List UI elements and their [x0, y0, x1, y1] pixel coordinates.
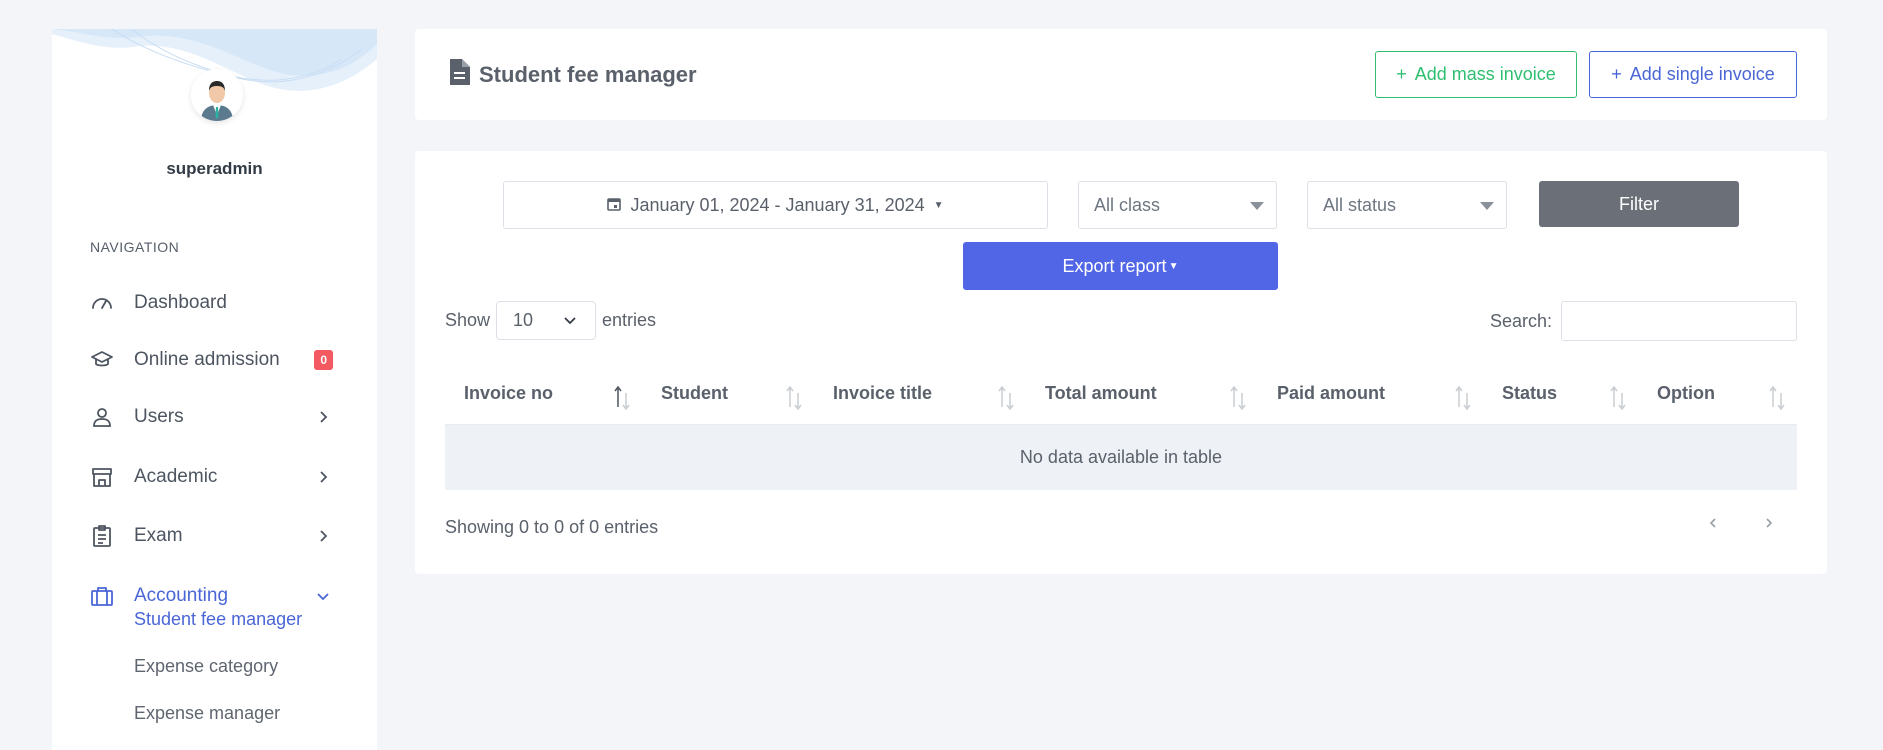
dropdown-arrow-icon — [1480, 202, 1494, 210]
column-header-status[interactable]: Status — [1483, 364, 1638, 425]
column-header-invoice-title[interactable]: Invoice title — [814, 364, 1026, 425]
sort-icon — [786, 385, 802, 411]
add-single-invoice-label: Add single invoice — [1629, 64, 1775, 84]
chevron-down-icon — [564, 317, 576, 325]
column-header-option[interactable]: Option — [1638, 364, 1797, 425]
page-header-card: Student fee manager + Add mass invoice +… — [415, 29, 1827, 120]
speedometer-icon — [90, 291, 114, 315]
invoice-table: Invoice no Student Invoice title Total a… — [445, 364, 1797, 490]
dropdown-arrow-icon — [1250, 202, 1264, 210]
sidebar-item-users[interactable]: Users — [90, 399, 340, 435]
sidebar-item-label: Exam — [134, 525, 183, 546]
column-header-total-amount[interactable]: Total amount — [1026, 364, 1258, 425]
add-mass-invoice-button[interactable]: + Add mass invoice — [1375, 51, 1577, 98]
sort-icon — [998, 385, 1014, 411]
clipboard-icon — [90, 524, 114, 548]
sidebar-item-label: Dashboard — [134, 292, 227, 313]
show-label: Show — [445, 310, 491, 330]
avatar[interactable] — [191, 69, 243, 121]
username: superadmin — [166, 159, 263, 178]
sidebar-subitem-expense-category[interactable]: Expense category — [134, 656, 278, 677]
chevron-right-icon — [320, 471, 328, 483]
empty-table-message: No data available in table — [445, 424, 1797, 490]
caret-down-icon: ▼ — [933, 199, 944, 211]
add-mass-invoice-label: Add mass invoice — [1414, 64, 1556, 84]
plus-icon: + — [1396, 64, 1407, 84]
sidebar-subitem-expense-manager[interactable]: Expense manager — [134, 703, 280, 724]
chevron-right-icon — [1766, 518, 1773, 528]
sidebar-item-academic[interactable]: Academic — [90, 459, 340, 495]
chevron-down-icon — [317, 593, 329, 601]
export-report-label: Export report — [1062, 255, 1167, 276]
entries-label: entries — [602, 310, 657, 330]
filter-button[interactable]: Filter — [1539, 181, 1739, 227]
class-select[interactable]: All class — [1078, 181, 1277, 229]
chevron-right-icon — [320, 411, 328, 423]
sidebar-item-label: Users — [134, 406, 184, 427]
page-title: Student fee manager — [479, 61, 697, 87]
chevron-left-icon — [1709, 518, 1716, 528]
sort-icon — [1769, 385, 1785, 411]
table-search: Search: — [1490, 301, 1797, 341]
sidebar: superadmin NAVIGATION Dashboard Online a… — [52, 29, 377, 750]
user-avatar-icon — [191, 69, 243, 121]
add-single-invoice-button[interactable]: + Add single invoice — [1589, 51, 1797, 98]
page-title-wrap: Student fee manager — [448, 59, 697, 90]
user-icon — [90, 405, 114, 429]
briefcase-icon — [90, 584, 114, 608]
table-row: No data available in table — [445, 424, 1797, 490]
show-entries-control: Show 10 entries — [445, 301, 656, 340]
chevron-right-icon — [320, 530, 328, 542]
graduation-cap-icon — [90, 348, 114, 372]
sidebar-item-online-admission[interactable]: Online admission 0 — [90, 342, 340, 378]
date-range-picker[interactable]: January 01, 2024 - January 31, 2024 ▼ — [503, 181, 1048, 229]
column-header-student[interactable]: Student — [642, 364, 814, 425]
sort-icon — [1610, 385, 1626, 411]
table-header-row: Invoice no Student Invoice title Total a… — [445, 364, 1797, 425]
class-select-value: All class — [1094, 194, 1161, 215]
plus-icon: + — [1611, 64, 1622, 84]
document-icon — [448, 59, 470, 90]
column-header-paid-amount[interactable]: Paid amount — [1258, 364, 1483, 425]
calendar-icon — [607, 195, 622, 216]
sidebar-item-label: Accounting — [134, 585, 229, 606]
table-info: Showing 0 to 0 of 0 entries — [445, 517, 659, 537]
search-label: Search: — [1489, 310, 1552, 331]
export-report-button[interactable]: Export report ▼ — [963, 242, 1278, 290]
school-building-icon — [90, 465, 114, 489]
sort-icon — [1230, 385, 1246, 411]
nav-heading: NAVIGATION — [90, 239, 180, 255]
status-select-value: All status — [1323, 194, 1397, 215]
sidebar-item-label: Online admission — [134, 349, 280, 370]
caret-down-icon: ▼ — [1168, 260, 1179, 272]
sidebar-item-dashboard[interactable]: Dashboard — [90, 285, 340, 321]
admission-count-badge: 0 — [314, 350, 333, 370]
invoice-table-card: January 01, 2024 - January 31, 2024 ▼ Al… — [415, 151, 1827, 574]
column-header-invoice-no[interactable]: Invoice no — [445, 364, 642, 425]
sidebar-item-label: Academic — [134, 466, 218, 487]
entries-length-select[interactable]: 10 — [496, 301, 597, 340]
sort-icon — [1455, 385, 1471, 411]
entries-length-value: 10 — [513, 310, 534, 330]
search-input[interactable] — [1561, 301, 1797, 341]
sidebar-subitem-student-fee-manager[interactable]: Student fee manager — [134, 609, 302, 630]
sidebar-item-exam[interactable]: Exam — [90, 518, 340, 554]
pagination-previous[interactable] — [1698, 508, 1728, 538]
status-select[interactable]: All status — [1307, 181, 1507, 229]
date-range-value: January 01, 2024 - January 31, 2024 — [630, 194, 925, 215]
pagination-next[interactable] — [1754, 508, 1784, 538]
sort-ascending-icon — [614, 385, 630, 411]
